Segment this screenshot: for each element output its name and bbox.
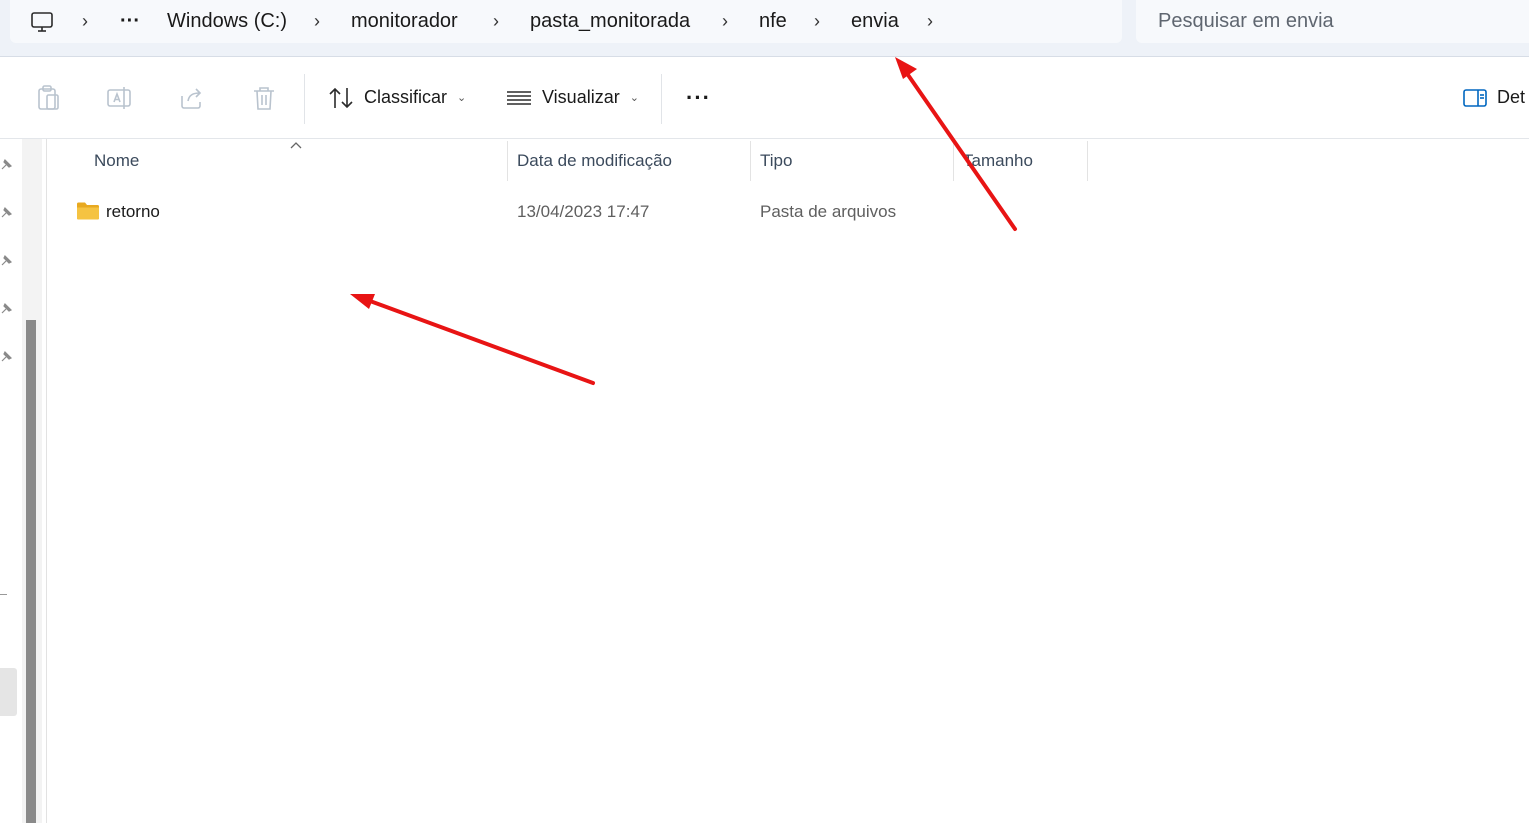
more-icon: ··· <box>686 84 711 110</box>
computer-icon[interactable] <box>30 10 54 34</box>
list-item[interactable]: retorno 13/04/2023 17:47 Pasta de arquiv… <box>60 190 1520 234</box>
rename-icon[interactable] <box>106 84 134 112</box>
folder-icon <box>76 201 100 221</box>
column-header-type[interactable]: Tipo <box>760 139 792 183</box>
delete-icon[interactable] <box>250 84 278 112</box>
sort-ascending-icon <box>289 137 303 149</box>
file-modified: 13/04/2023 17:47 <box>517 202 650 221</box>
view-button[interactable]: Visualizar ⌄ <box>506 57 639 138</box>
details-pane-button[interactable]: Det <box>1463 57 1525 138</box>
search-placeholder: Pesquisar em envia <box>1158 10 1334 32</box>
breadcrumb-chevron-icon[interactable]: › <box>82 0 88 43</box>
toolbar-divider <box>661 74 662 124</box>
view-label: Visualizar <box>542 87 620 107</box>
sort-label: Classificar <box>364 87 448 107</box>
sort-button[interactable]: Classificar ⌄ <box>328 57 466 138</box>
column-divider[interactable] <box>953 141 954 181</box>
pin-icon[interactable] <box>0 157 14 171</box>
breadcrumb-chevron-icon[interactable]: › <box>814 0 820 43</box>
nav-divider <box>0 594 7 595</box>
details-label: Det <box>1497 87 1526 107</box>
file-name: retorno <box>106 202 160 221</box>
file-type: Pasta de arquivos <box>760 202 897 221</box>
pane-divider <box>46 139 47 823</box>
navigation-pane <box>0 139 22 823</box>
breadcrumb-item-windows-c[interactable]: Windows (C:) <box>167 0 287 43</box>
column-header-size[interactable]: Tamanho <box>963 139 1033 183</box>
breadcrumb-item-envia[interactable]: envia <box>851 0 899 43</box>
breadcrumb-overflow-button[interactable]: ··· <box>120 0 140 43</box>
more-options-button[interactable]: ··· <box>686 57 711 138</box>
annotation-arrow <box>350 294 595 385</box>
search-input[interactable]: Pesquisar em envia <box>1136 0 1529 43</box>
column-divider[interactable] <box>507 141 508 181</box>
breadcrumb-item-nfe[interactable]: nfe <box>759 0 787 43</box>
toolbar-divider <box>304 74 305 124</box>
breadcrumb-item-monitorador[interactable]: monitorador <box>351 0 458 43</box>
breadcrumb-chevron-icon[interactable]: › <box>493 0 499 43</box>
breadcrumb-item-pasta-monitorada[interactable]: pasta_monitorada <box>530 0 690 43</box>
pin-icon[interactable] <box>0 349 14 363</box>
address-bar-region: › ··· Windows (C:) › monitorador › pasta… <box>0 0 1529 57</box>
breadcrumb-chevron-icon[interactable]: › <box>314 0 320 43</box>
chevron-down-icon: ⌄ <box>629 92 639 104</box>
column-header-name[interactable]: Nome <box>94 139 139 183</box>
column-divider[interactable] <box>1087 141 1088 181</box>
breadcrumb-chevron-icon[interactable]: › <box>722 0 728 43</box>
nav-scrollbar-thumb[interactable] <box>26 320 36 823</box>
column-header-date-modified[interactable]: Data de modificação <box>517 139 672 183</box>
nav-item-selected[interactable] <box>0 668 17 716</box>
share-icon[interactable] <box>178 84 206 112</box>
command-bar: Classificar ⌄ Visualizar ⌄ ··· Det <box>0 57 1529 139</box>
details-pane-icon <box>1463 88 1487 107</box>
pin-icon[interactable] <box>0 205 14 219</box>
pin-icon[interactable] <box>0 301 14 315</box>
chevron-down-icon: ⌄ <box>457 92 467 104</box>
breadcrumb[interactable]: › ··· Windows (C:) › monitorador › pasta… <box>10 0 1122 43</box>
pin-icon[interactable] <box>0 253 14 267</box>
column-divider[interactable] <box>750 141 751 181</box>
breadcrumb-chevron-icon[interactable]: › <box>927 0 933 43</box>
view-list-icon <box>507 90 531 105</box>
sort-icon <box>329 87 353 108</box>
paste-icon[interactable] <box>34 84 62 112</box>
